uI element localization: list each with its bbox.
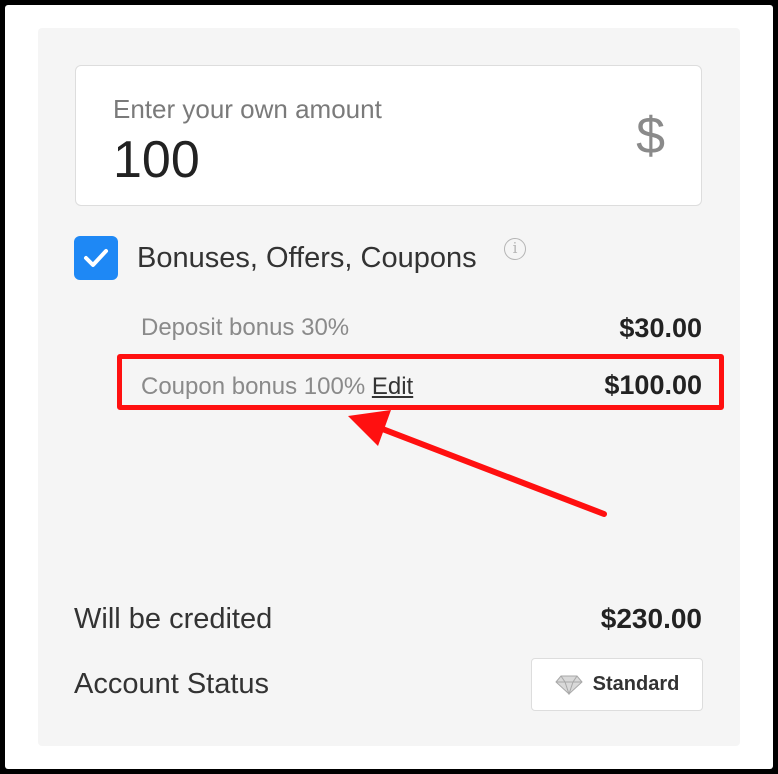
- account-status-value: Standard: [592, 673, 680, 695]
- credited-label: Will be credited: [74, 603, 273, 635]
- bonuses-title: Bonuses, Offers, Coupons: [137, 242, 477, 274]
- amount-field-value[interactable]: 100: [113, 130, 200, 190]
- account-status-label: Account Status: [74, 668, 270, 700]
- credited-amount: $230.00: [600, 603, 702, 634]
- amount-field-label: Enter your own amount: [113, 94, 382, 124]
- highlight-box: [117, 354, 724, 410]
- checkmark-icon: [84, 249, 108, 267]
- deposit-bonus-label: Deposit bonus 30%: [141, 314, 350, 341]
- amount-field[interactable]: Enter your own amount 100 $: [75, 65, 702, 206]
- diamond-icon: [554, 675, 583, 695]
- account-status-button[interactable]: Standard: [531, 658, 703, 711]
- deposit-bonus-amount: $30.00: [619, 313, 702, 343]
- dollar-icon: $: [636, 107, 665, 165]
- bonuses-checkbox[interactable]: [74, 236, 118, 280]
- info-icon[interactable]: i: [504, 238, 526, 260]
